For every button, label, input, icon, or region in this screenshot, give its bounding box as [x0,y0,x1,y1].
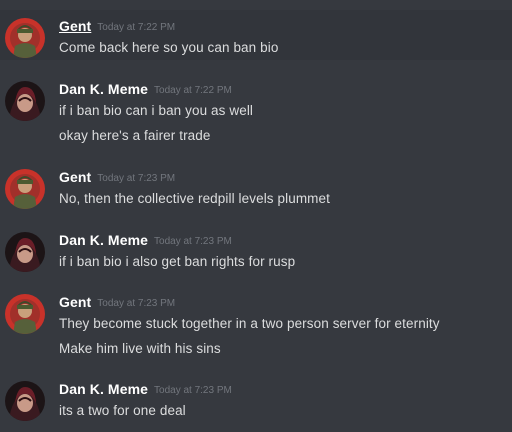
gent-avatar-icon[interactable] [5,294,45,334]
author-name[interactable]: Gent [59,18,91,34]
author-name[interactable]: Gent [59,169,91,185]
message-text: okay here's a fairer trade [59,128,211,143]
dan-avatar-icon[interactable] [5,81,45,121]
message-header: Dan K. Meme Today at 7:23 PM [59,232,232,250]
timestamp: Today at 7:23 PM [97,298,176,309]
message-text: They become stuck together in a two pers… [59,316,440,331]
gent-avatar-icon[interactable] [5,18,45,58]
gent-avatar-icon[interactable] [5,169,45,209]
message-header: Gent Today at 7:23 PM [59,169,175,187]
timestamp: Today at 7:23 PM [154,236,232,247]
chat-message-list: Gent Today at 7:22 PM Come back here so y… [0,0,512,432]
message-header: Dan K. Meme Today at 7:22 PM [59,81,232,99]
timestamp: Today at 7:23 PM [154,385,232,396]
message-text: No, then the collective redpill levels p… [59,191,330,206]
timestamp: Today at 7:23 PM [97,173,176,184]
author-name[interactable]: Dan K. Meme [59,232,148,248]
dan-avatar-icon[interactable] [5,232,45,272]
message-header: Gent Today at 7:23 PM [59,294,175,312]
author-name[interactable]: Gent [59,294,91,310]
message-text: Come back here so you can ban bio [59,40,279,55]
message-text: if i ban bio i also get ban rights for r… [59,254,296,269]
timestamp: Today at 7:22 PM [97,22,176,33]
dan-avatar-icon[interactable] [5,381,45,421]
author-name[interactable]: Dan K. Meme [59,381,148,397]
message-text: if i ban bio can i ban you as well [59,103,254,118]
message-text: its a two for one deal [59,403,186,418]
message-text: Make him live with his sins [59,341,221,356]
message-header: Dan K. Meme Today at 7:23 PM [59,381,232,399]
author-name[interactable]: Dan K. Meme [59,81,148,97]
message-header: Gent Today at 7:22 PM [59,18,175,36]
timestamp: Today at 7:22 PM [154,85,232,96]
